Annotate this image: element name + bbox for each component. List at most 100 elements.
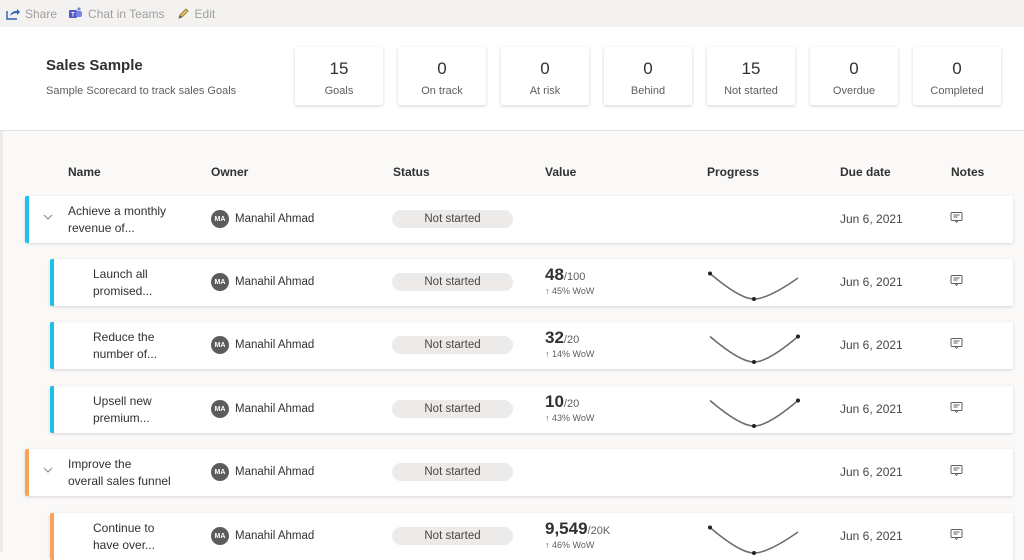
avatar: MA xyxy=(211,336,229,354)
notes-icon xyxy=(950,529,963,541)
week-over-week-change: ↑ 14% WoW xyxy=(545,349,595,359)
column-header-value[interactable]: Value xyxy=(545,165,576,179)
sparkline-point xyxy=(708,525,712,530)
goal-row[interactable]: Improve the overall sales funnel MA Manahil… xyxy=(25,449,1013,496)
goal-name-line: Achieve a monthly xyxy=(68,204,167,218)
column-header-notes[interactable]: Notes xyxy=(951,165,984,179)
goal-value[interactable]: 10/20 ↑ 43% WoW xyxy=(545,392,594,423)
goal-name-line: have over... xyxy=(93,538,156,552)
progress-sparkline[interactable] xyxy=(704,517,804,557)
target-value: /20K xyxy=(587,525,611,537)
summary-card-completed[interactable]: 0 Completed xyxy=(913,47,1001,105)
status-badge[interactable]: Not started xyxy=(392,210,513,228)
summary-card-overdue[interactable]: 0 Overdue xyxy=(810,47,898,105)
goal-value[interactable]: 48/100 ↑ 45% WoW xyxy=(545,265,594,296)
notes-button[interactable] xyxy=(950,464,963,482)
status-badge[interactable]: Not started xyxy=(392,527,513,545)
goal-name[interactable]: Improve the overall sales funnel xyxy=(68,456,188,490)
scorecard-title: Sales Sample xyxy=(46,57,143,74)
notes-button[interactable] xyxy=(950,401,963,419)
goal-row[interactable]: Reduce the number of... MA Manahil Ahmad Not… xyxy=(50,322,1013,369)
goal-value[interactable]: 9,549/20K ↑ 46% WoW xyxy=(545,519,610,550)
summary-label: On track xyxy=(421,85,463,97)
summary-count: 15 xyxy=(741,59,761,78)
goal-name[interactable]: Upsell new premium... xyxy=(93,393,213,427)
summary-label: At risk xyxy=(529,85,561,97)
goal-row[interactable]: Achieve a monthly revenue of... MA Manahil … xyxy=(25,196,1013,243)
column-header-name[interactable]: Name xyxy=(68,165,101,179)
summary-card-behind[interactable]: 0 Behind xyxy=(604,47,692,105)
column-header-due-date[interactable]: Due date xyxy=(840,165,891,179)
avatar: MA xyxy=(211,400,229,418)
goal-owner[interactable]: MA Manahil Ahmad xyxy=(211,527,314,545)
summary-label: Overdue xyxy=(832,85,876,97)
summary-card-not-started[interactable]: 15 Not started xyxy=(707,47,795,105)
toolbar: Share T Chat in Teams Edit xyxy=(0,0,1024,27)
notes-icon xyxy=(950,275,963,287)
goal-name-line: revenue of... xyxy=(68,221,135,235)
notes-icon xyxy=(950,465,963,477)
goal-color-bar xyxy=(50,513,54,560)
goal-name-line: Upsell new xyxy=(93,394,152,408)
summary-card-on-track[interactable]: 0 On track xyxy=(398,47,486,105)
status-badge[interactable]: Not started xyxy=(392,463,513,481)
edit-button[interactable]: Edit xyxy=(177,7,215,21)
goal-owner[interactable]: MA Manahil Ahmad xyxy=(211,400,314,418)
goal-row[interactable]: Upsell new premium... MA Manahil Ahmad Not s… xyxy=(50,386,1013,433)
avatar: MA xyxy=(211,463,229,481)
owner-name: Manahil Ahmad xyxy=(235,403,315,415)
scorecard-header: Sales Sample Sample Scorecard to track s… xyxy=(0,27,1024,131)
notes-button[interactable] xyxy=(950,337,963,355)
status-badge[interactable]: Not started xyxy=(392,273,513,291)
chat-in-teams-button[interactable]: T Chat in Teams xyxy=(69,7,165,21)
share-icon xyxy=(6,9,20,20)
goal-owner[interactable]: MA Manahil Ahmad xyxy=(211,463,314,481)
notes-button[interactable] xyxy=(950,274,963,292)
summary-card-goals[interactable]: 15 Goals xyxy=(295,47,383,105)
goal-name-line: overall sales funnel xyxy=(68,474,171,488)
summary-count: 0 xyxy=(540,59,550,78)
column-header-owner[interactable]: Owner xyxy=(211,165,248,179)
chevron-down-icon[interactable] xyxy=(43,212,53,222)
goal-name[interactable]: Achieve a monthly revenue of... xyxy=(68,203,188,237)
status-badge[interactable]: Not started xyxy=(392,336,513,354)
goal-owner[interactable]: MA Manahil Ahmad xyxy=(211,273,314,291)
target-value: /20 xyxy=(563,398,580,410)
left-rail xyxy=(0,131,3,552)
status-badge[interactable]: Not started xyxy=(392,400,513,418)
notes-button[interactable] xyxy=(950,528,963,546)
owner-name: Manahil Ahmad xyxy=(235,466,315,478)
current-value: 32 xyxy=(545,328,564,347)
goal-name[interactable]: Continue to have over... xyxy=(93,520,213,554)
summary-label: Completed xyxy=(930,85,984,97)
scorecard-description: Sample Scorecard to track sales Goals xyxy=(46,85,237,97)
goal-owner[interactable]: MA Manahil Ahmad xyxy=(211,336,314,354)
goal-name-line: Improve the xyxy=(68,457,132,471)
notes-button[interactable] xyxy=(950,211,963,229)
column-header-progress[interactable]: Progress xyxy=(707,165,759,179)
pencil-icon xyxy=(177,8,189,19)
goal-name[interactable]: Reduce the number of... xyxy=(93,329,213,363)
progress-sparkline[interactable] xyxy=(704,390,804,430)
goal-row[interactable]: Launch all promised... MA Manahil Ahmad Not … xyxy=(50,259,1013,306)
progress-sparkline[interactable] xyxy=(704,326,804,366)
column-header-status[interactable]: Status xyxy=(393,165,430,179)
goal-name[interactable]: Launch all promised... xyxy=(93,266,213,300)
notes-icon xyxy=(950,212,963,224)
goal-owner[interactable]: MA Manahil Ahmad xyxy=(211,210,314,228)
share-button[interactable]: Share xyxy=(6,7,57,21)
summary-count: 0 xyxy=(849,59,859,78)
progress-sparkline[interactable] xyxy=(704,263,804,303)
sparkline-point xyxy=(752,297,756,301)
goal-name-line: Launch all xyxy=(93,267,148,281)
goal-name-line: promised... xyxy=(93,284,153,298)
target-value: /20 xyxy=(563,334,580,346)
goal-color-bar xyxy=(25,449,29,496)
summary-count: 0 xyxy=(643,59,653,78)
chevron-down-icon[interactable] xyxy=(43,465,53,475)
sparkline-point xyxy=(796,398,800,403)
summary-card-at-risk[interactable]: 0 At risk xyxy=(501,47,589,105)
goal-row[interactable]: Continue to have over... MA Manahil Ahmad No… xyxy=(50,513,1013,560)
goal-value[interactable]: 32/20 ↑ 14% WoW xyxy=(545,328,594,359)
owner-name: Manahil Ahmad xyxy=(235,339,315,351)
